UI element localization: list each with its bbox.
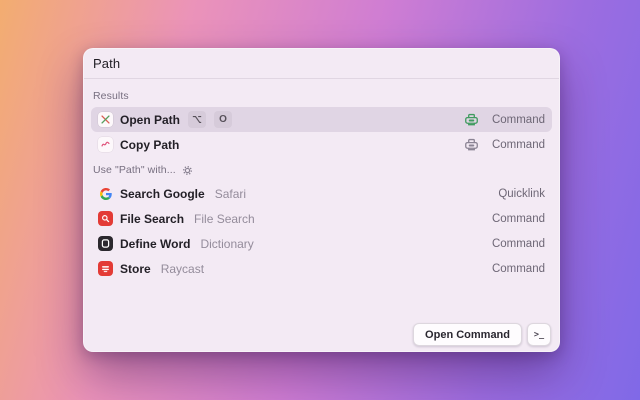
option-key-icon: [188, 111, 206, 128]
results-list: Results Open Path O: [84, 79, 559, 281]
list-item-store[interactable]: Store Raycast Command: [91, 256, 552, 281]
list-item-copy-path[interactable]: Copy Path Command: [91, 132, 552, 157]
copy-path-icon: [98, 137, 113, 152]
google-icon: [98, 186, 113, 201]
item-type-label: Command: [492, 139, 545, 151]
file-search-icon: [98, 211, 113, 226]
raycast-store-icon: [98, 261, 113, 276]
item-type-label: Command: [492, 213, 545, 225]
item-type-label: Command: [492, 114, 545, 126]
action-bar: Open Command >_: [413, 323, 551, 346]
row-title: File Search: [120, 212, 184, 226]
row-title: Search Google: [120, 187, 205, 201]
path-extension-icon: [98, 112, 113, 127]
printer-icon: [464, 138, 479, 151]
item-type-label: Quicklink: [498, 188, 545, 200]
list-item-define-word[interactable]: Define Word Dictionary Command: [91, 231, 552, 256]
list-item-open-path[interactable]: Open Path O Command: [91, 107, 552, 132]
row-subtitle: Raycast: [161, 262, 204, 276]
row-title: Open Path: [120, 113, 180, 127]
results-section-label: Results: [93, 90, 550, 102]
printer-icon: [464, 113, 479, 126]
gear-icon[interactable]: [182, 165, 193, 176]
row-title: Copy Path: [120, 138, 179, 152]
row-subtitle: Dictionary: [200, 237, 253, 251]
open-command-button[interactable]: Open Command: [413, 323, 522, 346]
row-title: Store: [120, 262, 151, 276]
item-type-label: Command: [492, 263, 545, 275]
search-bar[interactable]: Path: [84, 49, 559, 79]
launcher-window: Path Results Open Path O: [83, 48, 560, 352]
row-title: Define Word: [120, 237, 190, 251]
list-item-file-search[interactable]: File Search File Search Command: [91, 206, 552, 231]
item-type-label: Command: [492, 238, 545, 250]
row-subtitle: Safari: [215, 187, 246, 201]
use-with-section-label: Use "Path" with...: [93, 164, 550, 176]
search-input[interactable]: Path: [93, 56, 120, 71]
row-subtitle: File Search: [194, 212, 255, 226]
dictionary-icon: [98, 236, 113, 251]
list-item-search-google[interactable]: Search Google Safari Quicklink: [91, 181, 552, 206]
shortcut-key-badge: O: [214, 111, 232, 128]
terminal-prompt-key-icon[interactable]: >_: [527, 323, 551, 346]
